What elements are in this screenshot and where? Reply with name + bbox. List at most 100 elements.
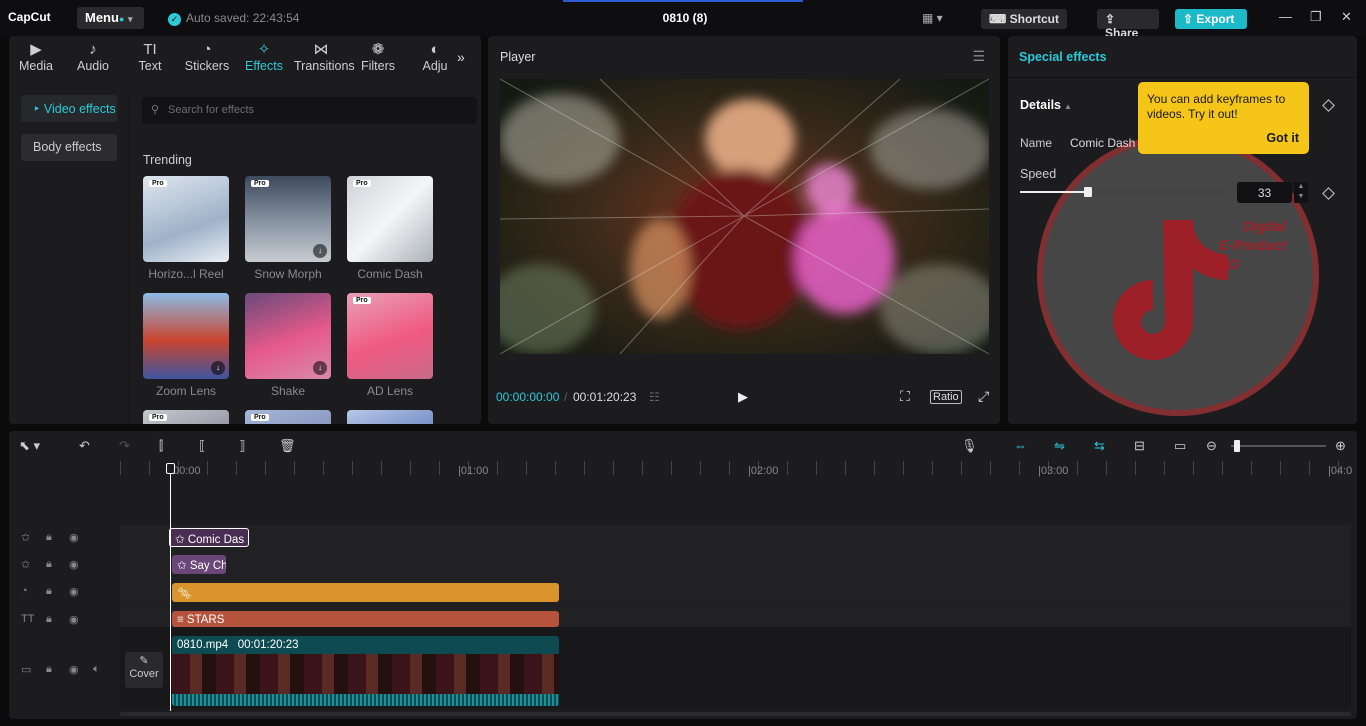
maximize-icon[interactable]: ❐ (1310, 9, 1322, 25)
effect-thumbnail[interactable]: Pro (143, 176, 229, 262)
effect-thumbnail[interactable]: Pro ↓ (245, 176, 331, 262)
video-clip[interactable]: 0810.mp4 00:01:20:23 (172, 636, 559, 706)
play-icon[interactable]: ▶ (738, 389, 748, 405)
text-clip[interactable]: ≡ STARS (172, 611, 559, 627)
chevron-up-icon[interactable]: ▲ (1298, 183, 1305, 190)
project-title[interactable]: 0810 (8) (560, 11, 810, 25)
select-cursor-icon[interactable]: ⬉ ▾ (19, 438, 40, 454)
name-value: Comic Dash (1070, 136, 1136, 150)
lock-icon[interactable]: 🔒︎ (46, 531, 52, 544)
share-button[interactable]: ⇪ Share (1097, 9, 1159, 40)
hamburger-icon[interactable]: ☰ (972, 48, 985, 65)
minimize-icon[interactable]: — (1279, 9, 1292, 24)
ratio-button[interactable]: Ratio (930, 390, 962, 404)
clip-label: Say Ch (189, 560, 226, 572)
timeline-scrollbar[interactable] (120, 712, 1351, 716)
playhead-handle[interactable] (166, 463, 175, 474)
effect-clip[interactable]: ✩ Say Ch (172, 555, 226, 574)
magnet-icon[interactable]: ⇔ (1014, 438, 1027, 453)
category-body-effects[interactable]: Body effects (21, 134, 117, 161)
redo-icon[interactable]: ↷ (119, 438, 130, 454)
download-icon[interactable]: ↓ (211, 361, 225, 375)
track-row: ≡ STARS (120, 607, 1351, 627)
export-button[interactable]: ⇧ Export (1175, 9, 1247, 29)
share-icon: ⇪ (1105, 12, 1116, 26)
tab-adju[interactable]: ◐ Adju (408, 40, 462, 73)
delete-icon[interactable]: 🗑 (279, 438, 296, 454)
split-icon[interactable]: ⫿ (159, 438, 163, 454)
eye-icon[interactable]: ◉ (69, 585, 79, 598)
effect-thumbnail[interactable]: Pro (143, 410, 229, 424)
layout-icon[interactable]: ▦ ▾ (922, 11, 943, 25)
clip-label: STARS (186, 614, 225, 626)
lock-icon[interactable]: 🔒︎ (46, 558, 52, 571)
eye-icon[interactable]: ◉ (69, 613, 79, 626)
keyframe-icon[interactable] (1322, 99, 1335, 112)
time-ruler[interactable]: 00:00 |01:00 |02:00 |03:00 |04:0 (120, 461, 1357, 485)
player-title: Player (500, 50, 536, 64)
zoom-slider[interactable] (1231, 445, 1326, 447)
clip-label: Comic Das (187, 534, 245, 546)
got-it-button[interactable]: Got it (1266, 131, 1299, 146)
trim-left-icon[interactable]: ⟦ (199, 438, 205, 454)
undo-icon[interactable]: ↶ (79, 438, 90, 454)
video-preview[interactable] (500, 79, 989, 354)
effect-thumbnail[interactable]: Pro (245, 410, 331, 424)
caret-up-icon: ▲ (1064, 102, 1072, 111)
lock-icon[interactable]: 🔒︎ (46, 613, 52, 626)
tab-media[interactable]: ▶ Media (9, 40, 63, 73)
effect-label: Comic Dash (357, 267, 423, 281)
effect-thumbnail[interactable]: Pro (347, 176, 433, 262)
effect-thumbnail[interactable]: ↓ (245, 293, 331, 379)
effect-thumbnail[interactable] (347, 410, 433, 424)
eye-icon[interactable]: ◉ (69, 663, 79, 676)
volume-icon[interactable]: 🔈︎ (93, 663, 100, 676)
cover-button[interactable]: ✎ Cover (125, 652, 163, 688)
chevron-down-icon[interactable]: ▼ (1298, 193, 1305, 200)
close-icon[interactable]: ✕ (1341, 9, 1352, 25)
microphone-icon[interactable]: 🎙 (961, 438, 978, 454)
chevrons-right-icon[interactable]: » (457, 49, 465, 65)
pro-badge: Pro (149, 414, 167, 421)
download-icon[interactable]: ↓ (313, 244, 327, 258)
grid-icon[interactable]: ☷ (649, 390, 660, 404)
details-header[interactable]: Details ▲ (1020, 98, 1072, 112)
search-input[interactable]: ⚲ Search for effects (142, 97, 477, 124)
eye-icon[interactable]: ◉ (69, 531, 79, 544)
speed-stepper[interactable]: ▲ ▼ (1294, 182, 1308, 203)
menu-button[interactable]: Menu● ▾ (77, 7, 144, 29)
speed-input[interactable]: 33 (1237, 182, 1292, 203)
timeline-toolbar: ⬉ ▾ ↶ ↷ ⫿ ⟦ ⟧ 🗑 🎙 ⇔ ⇋ ⇆ ⊟ ▭ ⊖ ⊕ (9, 431, 1357, 461)
preview-axis-icon[interactable]: ⇆ (1094, 438, 1105, 454)
tab-stickers[interactable]: ◔ Stickers (180, 40, 234, 73)
effect-label: Shake (270, 384, 306, 398)
tab-audio[interactable]: ♪ Audio (66, 40, 120, 73)
tab-text[interactable]: TI Text (123, 40, 177, 73)
zoom-in-icon[interactable]: ⊕ (1335, 438, 1346, 454)
tab-transitions[interactable]: ⋈ Transitions (294, 40, 355, 73)
lock-icon[interactable]: 🔒︎ (46, 663, 52, 676)
download-icon[interactable]: ↓ (313, 361, 327, 375)
sticker-clip[interactable]: 🍬︎ (172, 583, 559, 602)
effect-thumbnail[interactable]: ↓ (143, 293, 229, 379)
zoom-slider-handle[interactable] (1234, 440, 1240, 452)
eye-icon[interactable]: ◉ (69, 558, 79, 571)
effect-clip[interactable]: ✩ Comic Das (169, 528, 249, 547)
tab-filters[interactable]: ❁ Filters (351, 40, 405, 73)
fullscreen-icon[interactable]: ⤢ (978, 388, 989, 405)
linkage-icon[interactable]: ⇋ (1054, 438, 1065, 454)
category-video-effects[interactable]: ‣ Video effects (21, 95, 117, 122)
shortcut-button[interactable]: ⌨ Shortcut (981, 9, 1067, 29)
zoom-out-icon[interactable]: ⊖ (1206, 438, 1217, 454)
thumbnail-icon[interactable]: ▭ (1174, 438, 1186, 454)
lock-icon[interactable]: 🔒︎ (46, 585, 52, 598)
playhead[interactable] (170, 463, 171, 711)
split-view-icon[interactable]: ⊟ (1134, 438, 1145, 454)
speed-slider[interactable] (1020, 187, 1225, 197)
crop-icon[interactable]: ⛶ (900, 388, 910, 405)
speed-slider-handle[interactable] (1083, 187, 1092, 197)
tab-effects[interactable]: ✧ Effects (237, 40, 291, 73)
keyframe-icon[interactable] (1322, 187, 1335, 200)
trim-right-icon[interactable]: ⟧ (239, 438, 245, 454)
effect-thumbnail[interactable]: Pro (347, 293, 433, 379)
